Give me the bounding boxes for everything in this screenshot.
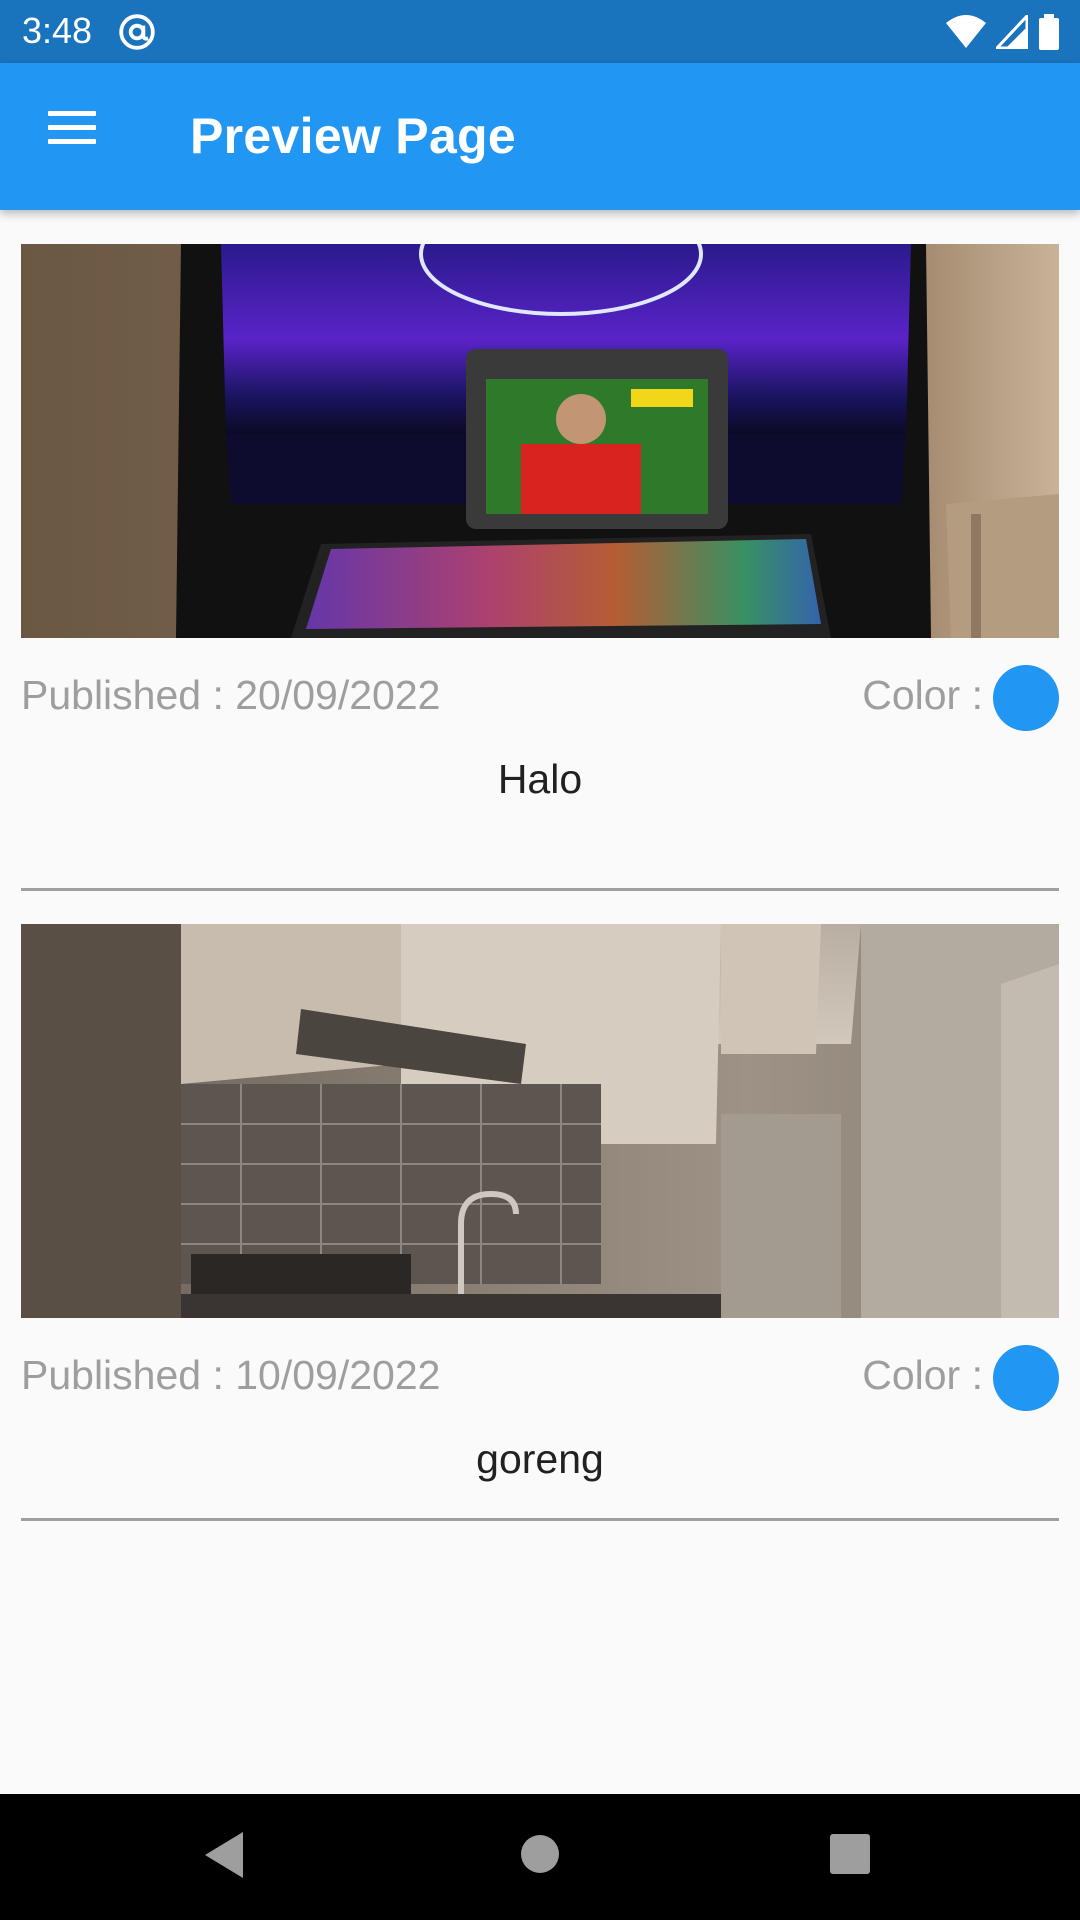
- published-date: Published : 10/09/2022: [21, 1352, 441, 1398]
- app-bar: Preview Page: [0, 63, 1080, 210]
- published-date: Published : 20/09/2022: [21, 672, 441, 718]
- status-icons: [946, 14, 1060, 50]
- divider: [21, 888, 1059, 891]
- recents-icon[interactable]: [830, 1834, 870, 1874]
- back-icon[interactable]: [205, 1832, 245, 1878]
- hamburger-menu-icon[interactable]: [44, 111, 100, 161]
- at-sign-icon: [119, 14, 155, 50]
- battery-icon: [1039, 14, 1059, 50]
- card-image: [21, 244, 1059, 638]
- status-bar: 3:48: [0, 0, 1080, 63]
- color-label: Color :: [862, 1352, 983, 1398]
- divider: [21, 1518, 1059, 1521]
- signal-icon: [996, 15, 1028, 49]
- page-title: Preview Page: [190, 108, 517, 164]
- card-image: [21, 924, 1059, 1318]
- home-icon[interactable]: [520, 1834, 560, 1874]
- wifi-icon: [946, 15, 986, 48]
- color-indicator: [993, 1345, 1059, 1411]
- status-time: 3:48: [22, 10, 93, 51]
- screen: 3:48 Preview Page Published: 20/09/2022…: [0, 0, 1080, 1920]
- color-indicator: [993, 665, 1059, 731]
- color-label: Color :: [862, 672, 983, 718]
- system-nav-bar: [0, 1794, 1080, 1920]
- card-title: Halo: [497, 756, 583, 802]
- card-title: goreng: [476, 1436, 604, 1482]
